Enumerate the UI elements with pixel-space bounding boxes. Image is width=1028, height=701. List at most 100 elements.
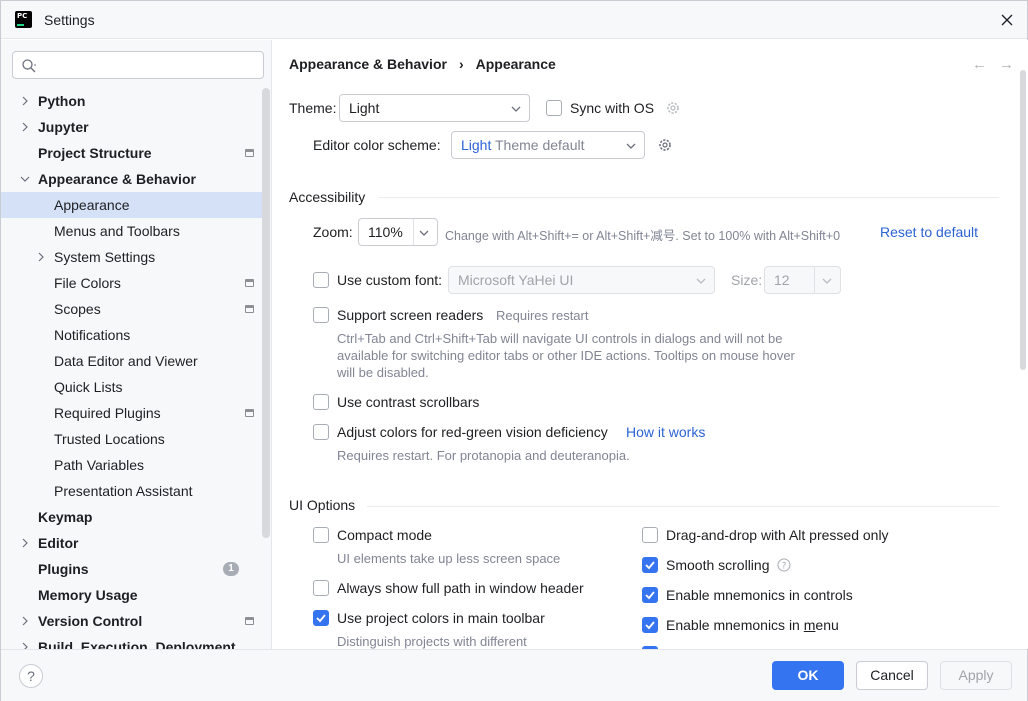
sidebar-item-label: Plugins xyxy=(38,561,89,577)
sidebar-item-data-editor-and-viewer[interactable]: Data Editor and Viewer xyxy=(1,348,271,374)
chevron-right-icon[interactable] xyxy=(20,616,30,626)
sync-os-checkbox[interactable] xyxy=(546,100,562,116)
breadcrumb-current: Appearance xyxy=(475,56,556,72)
color-scheme-value-rest: Theme default xyxy=(491,137,585,153)
search-input[interactable] xyxy=(43,55,253,75)
back-arrow-icon[interactable]: ← xyxy=(972,56,987,73)
sidebar-item-editor[interactable]: Editor xyxy=(1,530,271,556)
sidebar-item-jupyter[interactable]: Jupyter xyxy=(1,114,271,140)
chevron-right-icon[interactable] xyxy=(20,96,30,106)
theme-combo[interactable]: Light xyxy=(339,94,530,122)
gear-icon[interactable] xyxy=(665,100,681,116)
compact-mode-checkbox[interactable] xyxy=(313,527,329,543)
smooth-scrolling-label: Smooth scrolling xyxy=(666,557,770,573)
settings-content: Appearance & Behavior › Appearance ← → T… xyxy=(273,40,1028,649)
sidebar-item-build-execution-deployment[interactable]: Build, Execution, Deployment xyxy=(1,634,271,649)
section-divider xyxy=(379,197,999,198)
help-button[interactable]: ? xyxy=(19,664,43,688)
sidebar-item-python[interactable]: Python xyxy=(1,88,271,114)
color-deficiency-hint: Requires restart. For protanopia and deu… xyxy=(337,448,630,463)
sidebar-item-scopes[interactable]: Scopes xyxy=(1,296,271,322)
color-scheme-combo[interactable]: Light Theme default xyxy=(451,131,645,159)
pycharm-logo-icon: PC xyxy=(15,11,32,28)
sidebar-item-appearance[interactable]: Appearance xyxy=(1,192,262,218)
breadcrumb-parent[interactable]: Appearance & Behavior xyxy=(289,56,447,72)
sidebar-item-label: Trusted Locations xyxy=(54,431,165,447)
sidebar-item-keymap[interactable]: Keymap xyxy=(1,504,271,530)
settings-sidebar: Python Jupyter Project Structure Appearance… xyxy=(1,40,272,649)
sidebar-item-plugins[interactable]: Plugins 1 xyxy=(1,556,271,582)
cancel-button[interactable]: Cancel xyxy=(856,661,928,690)
zoom-label: Zoom: xyxy=(313,224,353,240)
project-level-icon xyxy=(245,409,254,417)
chevron-right-icon[interactable] xyxy=(20,538,30,548)
full-path-checkbox[interactable] xyxy=(313,580,329,596)
custom-font-checkbox[interactable] xyxy=(313,272,329,288)
sidebar-item-memory-usage[interactable]: Memory Usage xyxy=(1,582,271,608)
sidebar-item-label: Python xyxy=(38,93,86,109)
sidebar-item-version-control[interactable]: Version Control xyxy=(1,608,271,634)
sidebar-item-required-plugins[interactable]: Required Plugins xyxy=(1,400,271,426)
chevron-down-icon xyxy=(511,106,521,112)
font-size-combo[interactable]: 12 xyxy=(764,266,841,294)
sidebar-item-menus-and-toolbars[interactable]: Menus and Toolbars xyxy=(1,218,271,244)
sidebar-item-appearance-behavior[interactable]: Appearance & Behavior xyxy=(1,166,271,192)
sidebar-item-path-variables[interactable]: Path Variables xyxy=(1,452,271,478)
gear-icon[interactable] xyxy=(657,137,673,153)
sidebar-item-label: Path Variables xyxy=(54,457,145,473)
settings-tree: Python Jupyter Project Structure Appearance… xyxy=(1,88,271,649)
screen-readers-checkbox[interactable] xyxy=(313,307,329,323)
search-box[interactable] xyxy=(12,51,264,79)
sidebar-item-label: Editor xyxy=(38,535,79,551)
compact-mode-label: Compact mode xyxy=(337,527,432,543)
project-level-icon xyxy=(245,279,254,287)
sidebar-item-trusted-locations[interactable]: Trusted Locations xyxy=(1,426,271,452)
contrast-scrollbars-checkbox[interactable] xyxy=(313,394,329,410)
project-colors-hint: Distinguish projects with different xyxy=(337,634,527,649)
drag-drop-checkbox[interactable] xyxy=(642,527,658,543)
screen-readers-desc-line-1: Ctrl+Tab and Ctrl+Shift+Tab will navigat… xyxy=(337,331,783,346)
mnemonics-controls-checkbox[interactable] xyxy=(642,587,658,603)
smooth-scrolling-checkbox[interactable] xyxy=(642,557,658,573)
sidebar-item-label: Project Structure xyxy=(38,145,152,161)
sidebar-item-quick-lists[interactable]: Quick Lists xyxy=(1,374,271,400)
font-size-label: Size: xyxy=(731,272,763,288)
compact-mode-hint: UI elements take up less screen space xyxy=(337,551,561,566)
color-scheme-value-accent: Light xyxy=(461,137,492,153)
chevron-right-icon[interactable] xyxy=(36,252,46,262)
sidebar-item-label: Appearance xyxy=(54,197,130,213)
mnemonics-menu-checkbox[interactable] xyxy=(642,617,658,633)
sidebar-item-label: System Settings xyxy=(54,249,156,265)
content-scrollbar[interactable] xyxy=(1020,70,1026,370)
chevron-right-icon[interactable] xyxy=(20,122,30,132)
screen-readers-label: Support screen readers xyxy=(337,307,484,323)
sidebar-item-system-settings[interactable]: System Settings xyxy=(1,244,271,270)
sidebar-item-label: Menus and Toolbars xyxy=(54,223,180,239)
checkmark-icon xyxy=(316,614,326,623)
chevron-down-icon[interactable] xyxy=(20,174,30,184)
chevron-down-icon xyxy=(696,278,706,284)
sidebar-scrollbar[interactable] xyxy=(262,88,270,538)
chevron-down-icon xyxy=(822,278,832,284)
reset-to-default-link[interactable]: Reset to default xyxy=(880,224,978,240)
apply-button[interactable]: Apply xyxy=(940,661,1012,690)
nav-arrows: ← → xyxy=(972,56,1014,73)
zoom-combo[interactable]: 110% xyxy=(358,218,438,246)
count-badge: 1 xyxy=(223,562,239,576)
sidebar-item-project-structure[interactable]: Project Structure xyxy=(1,140,271,166)
sidebar-item-presentation-assistant[interactable]: Presentation Assistant xyxy=(1,478,271,504)
sidebar-item-notifications[interactable]: Notifications xyxy=(1,322,271,348)
sidebar-item-file-colors[interactable]: File Colors xyxy=(1,270,271,296)
project-colors-checkbox[interactable] xyxy=(313,610,329,626)
chevron-right-icon[interactable] xyxy=(20,642,30,649)
title-bar: PC Settings xyxy=(1,1,1027,39)
ok-button[interactable]: OK xyxy=(772,661,844,690)
custom-font-combo[interactable]: Microsoft YaHei UI xyxy=(448,266,715,294)
forward-arrow-icon[interactable]: → xyxy=(999,56,1014,73)
color-deficiency-label: Adjust colors for red-green vision defic… xyxy=(337,424,608,440)
color-deficiency-checkbox[interactable] xyxy=(313,424,329,440)
how-it-works-link[interactable]: How it works xyxy=(626,424,705,440)
close-icon[interactable] xyxy=(997,10,1017,30)
sidebar-item-label: Appearance & Behavior xyxy=(38,171,196,187)
help-circle-icon[interactable]: ? xyxy=(777,558,791,572)
